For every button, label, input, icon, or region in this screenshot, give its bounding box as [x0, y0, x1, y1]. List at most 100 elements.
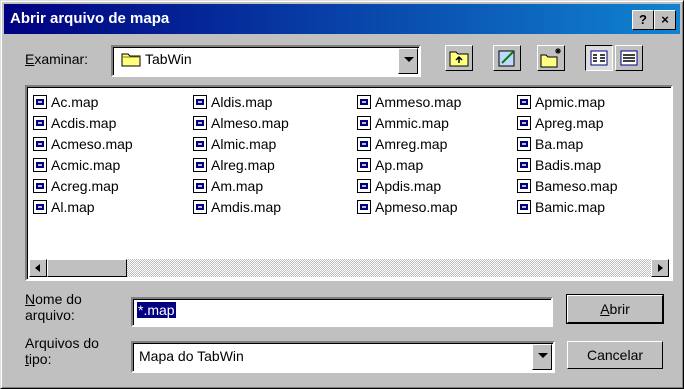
file-item[interactable]: Bamic.map [517, 196, 605, 218]
file-item[interactable]: Ba.map [517, 133, 583, 155]
up-folder-icon [449, 51, 469, 67]
file-name: Apdis.map [375, 178, 442, 194]
file-name: Ac.map [51, 94, 99, 110]
file-item[interactable]: Amreg.map [357, 133, 447, 155]
list-view-button[interactable] [585, 45, 613, 71]
file-name: Ap.map [375, 157, 424, 173]
filetype-value: Mapa do TabWin [139, 348, 244, 364]
file-item[interactable]: Al.map [33, 196, 95, 218]
map-file-icon [193, 116, 207, 130]
file-item[interactable]: Badis.map [517, 154, 601, 176]
look-in-combobox[interactable]: TabWin [111, 45, 421, 77]
file-item[interactable]: Apdis.map [357, 175, 441, 197]
map-file-icon [193, 158, 207, 172]
create-shortcut-button[interactable] [493, 45, 521, 71]
map-file-icon [33, 200, 47, 214]
file-name: Bameso.map [535, 178, 618, 194]
file-list[interactable]: Ac.map Acdis.map Acmeso.map Acmic.map Acreg.… [25, 85, 673, 281]
up-folder-button[interactable] [445, 45, 473, 71]
file-name: Ammeso.map [375, 94, 462, 110]
map-file-icon [517, 95, 531, 109]
window-title: Abrir arquivo de mapa [10, 10, 170, 27]
file-item[interactable]: Acmeso.map [33, 133, 133, 155]
file-name: Almic.map [211, 136, 277, 152]
cancel-button[interactable]: Cancelar [567, 341, 663, 369]
map-file-icon [193, 200, 207, 214]
map-file-icon [357, 158, 371, 172]
file-name: Al.map [51, 199, 95, 215]
file-name: Aldis.map [211, 94, 273, 110]
file-item[interactable]: Apreg.map [517, 112, 603, 134]
map-file-icon [193, 95, 207, 109]
file-name: Amreg.map [375, 136, 448, 152]
list-view-icon [590, 50, 608, 66]
file-item[interactable]: Acreg.map [33, 175, 119, 197]
file-name: Amdis.map [211, 199, 282, 215]
map-file-icon [33, 137, 47, 151]
details-view-button[interactable] [615, 45, 643, 71]
map-file-icon [357, 200, 371, 214]
new-shortcut-icon [498, 50, 515, 67]
file-name: Bamic.map [535, 199, 606, 215]
file-item[interactable]: Alreg.map [193, 154, 275, 176]
map-file-icon [517, 137, 531, 151]
file-item[interactable]: Ap.map [357, 154, 423, 176]
filename-label: Nome do arquivo: [25, 291, 82, 323]
filetype-combobox[interactable]: Mapa do TabWin [131, 341, 555, 373]
look-in-value: TabWin [145, 51, 192, 67]
folder-icon [121, 53, 141, 67]
file-name: Apmic.map [535, 94, 606, 110]
file-item[interactable]: Ac.map [33, 91, 98, 113]
filetype-dropdown-button[interactable] [532, 344, 552, 370]
file-item[interactable]: Bameso.map [517, 175, 617, 197]
map-file-icon [33, 158, 47, 172]
file-name: Acreg.map [51, 178, 119, 194]
map-file-icon [193, 137, 207, 151]
look-in-label: Examinar: [25, 51, 89, 67]
open-map-dialog: Abrir arquivo de mapa ? × Examinar: TabW… [0, 0, 684, 389]
file-item[interactable]: Apmic.map [517, 91, 605, 113]
map-file-icon [33, 116, 47, 130]
scroll-right-button[interactable] [651, 259, 669, 277]
file-item[interactable]: Aldis.map [193, 91, 272, 113]
filename-input[interactable]: *.map [131, 297, 553, 327]
map-file-icon [517, 179, 531, 193]
title-bar[interactable]: Abrir arquivo de mapa ? × [4, 4, 680, 34]
map-file-icon [357, 179, 371, 193]
new-folder-icon [540, 48, 561, 68]
map-file-icon [33, 95, 47, 109]
file-name: Ba.map [535, 136, 584, 152]
help-button[interactable]: ? [632, 10, 654, 30]
file-name: Almeso.map [211, 115, 289, 131]
file-name: Am.map [211, 178, 264, 194]
map-file-icon [357, 137, 371, 151]
open-button[interactable]: Abrir [566, 294, 664, 324]
file-item[interactable]: Ammeso.map [357, 91, 461, 113]
close-button[interactable]: × [654, 10, 676, 30]
file-item[interactable]: Am.map [193, 175, 263, 197]
file-name: Ammic.map [375, 115, 449, 131]
file-name: Apmeso.map [375, 199, 458, 215]
scrollbar-thumb[interactable] [47, 259, 127, 277]
file-item[interactable]: Amdis.map [193, 196, 281, 218]
horizontal-scrollbar[interactable] [29, 259, 669, 277]
scroll-left-button[interactable] [29, 259, 47, 277]
map-file-icon [357, 95, 371, 109]
file-name: Apreg.map [535, 115, 604, 131]
file-item[interactable]: Almic.map [193, 133, 276, 155]
new-folder-button[interactable] [537, 45, 565, 71]
file-item[interactable]: Acdis.map [33, 112, 116, 134]
filename-value: *.map [137, 302, 176, 318]
map-file-icon [517, 116, 531, 130]
file-item[interactable]: Apmeso.map [357, 196, 457, 218]
file-name: Acmic.map [51, 157, 121, 173]
map-file-icon [193, 179, 207, 193]
look-in-dropdown-button[interactable] [398, 48, 418, 74]
map-file-icon [517, 158, 531, 172]
file-item[interactable]: Ammic.map [357, 112, 449, 134]
file-item[interactable]: Acmic.map [33, 154, 120, 176]
file-item[interactable]: Almeso.map [193, 112, 289, 134]
map-file-icon [33, 179, 47, 193]
file-name: Acdis.map [51, 115, 117, 131]
filetype-label: Arquivos do tipo: [25, 335, 99, 367]
